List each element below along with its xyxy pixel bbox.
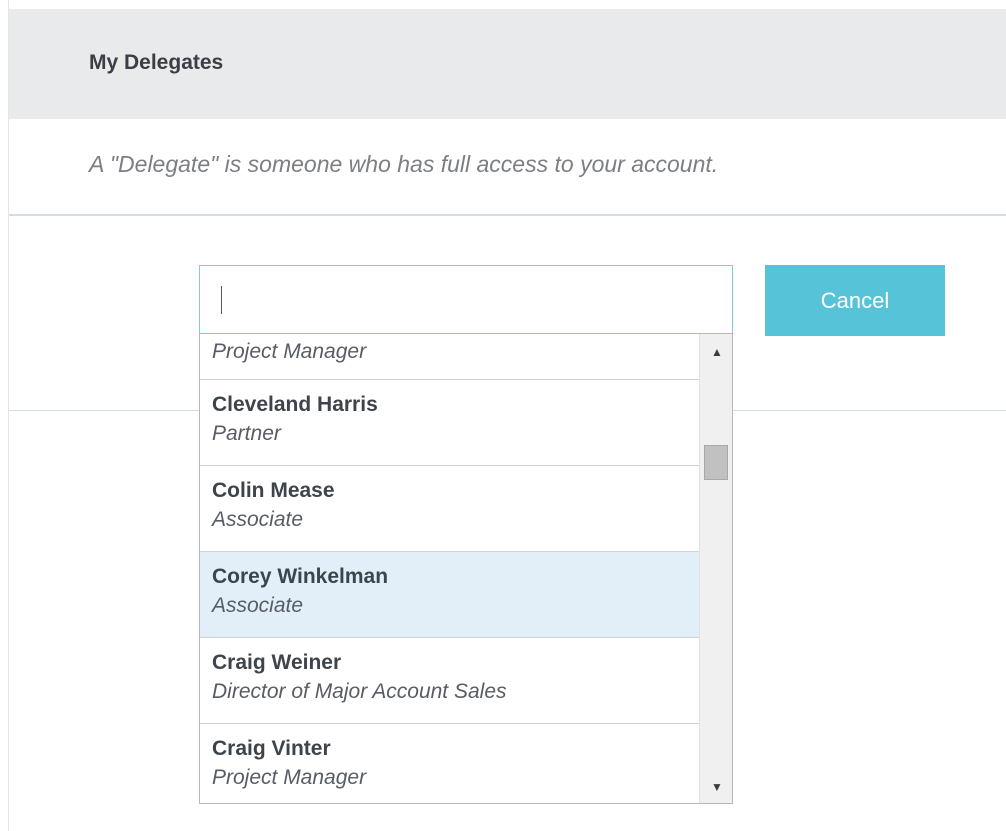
list-item[interactable]: Craig Weiner Director of Major Account S… [200,638,699,724]
list-item-name: Craig Vinter [212,737,331,760]
text-cursor [221,286,222,314]
delegate-suggestions-dropdown: Project Manager Cleveland Harris Partner… [199,334,733,804]
list-item-name: Corey Winkelman [212,565,389,588]
list-item-name: Colin Mease [212,479,335,502]
list-item-role: Partner [212,422,281,445]
list-item[interactable]: Craig Vinter Project Manager [200,724,699,803]
list-item[interactable]: Project Manager [200,334,699,380]
dropdown-scrollbar[interactable]: ▲ ▼ [699,334,732,803]
cancel-button[interactable]: Cancel [765,265,945,336]
list-item[interactable]: Cleveland Harris Partner [200,380,699,466]
list-item-role: Project Manager [212,340,367,363]
page-title: My Delegates [89,51,224,74]
list-item-role: Associate [212,594,304,617]
list-item[interactable]: Corey Winkelman Associate [200,552,699,638]
list-item-role: Project Manager [212,766,367,789]
scroll-up-arrow-icon[interactable]: ▲ [700,342,732,362]
suggestions-list: Project Manager Cleveland Harris Partner… [200,334,699,803]
list-item-role: Associate [212,508,304,531]
list-item-name: Cleveland Harris [212,393,378,416]
divider [9,214,1006,216]
page: My Delegates A "Delegate" is someone who… [0,0,1006,831]
scrollbar-thumb[interactable] [704,445,728,480]
list-item[interactable]: Colin Mease Associate [200,466,699,552]
list-item-role: Director of Major Account Sales [212,680,507,703]
list-item-name: Craig Weiner [212,651,342,674]
page-left-border [8,0,9,831]
delegate-search-input[interactable] [199,265,733,334]
delegate-description: A "Delegate" is someone who has full acc… [89,151,719,177]
scroll-down-arrow-icon[interactable]: ▼ [700,777,732,797]
section-header: My Delegates [9,9,1006,119]
